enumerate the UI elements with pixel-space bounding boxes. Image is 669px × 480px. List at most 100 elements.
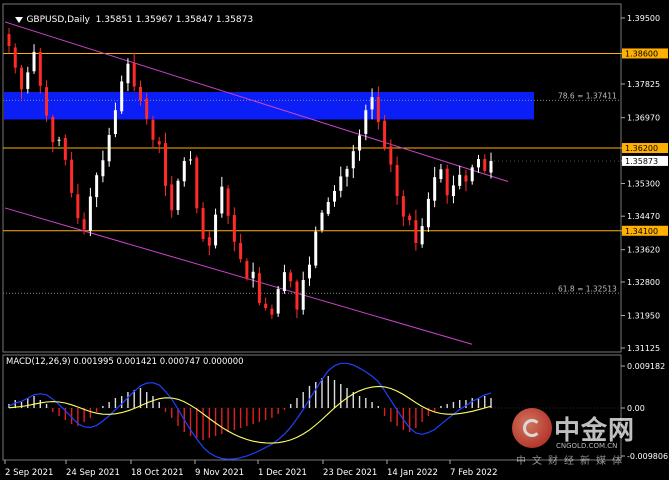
candle[interactable]: [458, 165, 462, 190]
macd-histogram-bar: [264, 408, 267, 420]
candle-body: [483, 159, 487, 171]
candle[interactable]: [70, 151, 74, 198]
macd-histogram-bar: [465, 400, 467, 408]
candle-body: [214, 214, 218, 246]
candle[interactable]: [401, 190, 405, 227]
candle[interactable]: [57, 136, 61, 147]
candle[interactable]: [189, 151, 193, 165]
price-tick-label: 1.32800: [627, 278, 660, 287]
candle[interactable]: [170, 175, 174, 218]
candle-body: [207, 237, 211, 246]
candle[interactable]: [214, 208, 218, 249]
candle[interactable]: [470, 164, 474, 185]
candle[interactable]: [414, 209, 418, 251]
time-tick-label: 1 Dec 2021: [258, 468, 307, 478]
macd-histogram-bar: [358, 396, 361, 408]
candle[interactable]: [182, 157, 186, 187]
candle[interactable]: [282, 264, 286, 294]
candle-body: [226, 188, 230, 216]
candle[interactable]: [239, 233, 243, 263]
candle[interactable]: [201, 202, 205, 242]
candle[interactable]: [351, 144, 355, 179]
candle[interactable]: [426, 192, 430, 232]
candle[interactable]: [433, 166, 437, 208]
candle[interactable]: [220, 176, 224, 218]
candle[interactable]: [120, 75, 124, 115]
candle[interactable]: [314, 226, 318, 269]
candle[interactable]: [301, 271, 305, 315]
candle[interactable]: [345, 165, 349, 187]
price-tick-label: 1.39500: [627, 14, 660, 23]
candle[interactable]: [95, 172, 99, 208]
candle-body: [32, 51, 36, 72]
candle-body: [439, 169, 443, 180]
candle-body: [345, 168, 349, 177]
candle-body: [132, 63, 136, 87]
candle[interactable]: [63, 134, 67, 166]
candle[interactable]: [251, 262, 255, 288]
candle-body: [326, 202, 330, 214]
candle[interactable]: [408, 213, 412, 226]
candle[interactable]: [307, 256, 311, 286]
candle[interactable]: [88, 187, 92, 236]
candle[interactable]: [101, 150, 105, 183]
macd-signal-line[interactable]: [8, 385, 492, 444]
candle[interactable]: [420, 218, 424, 248]
candle[interactable]: [439, 163, 443, 183]
candle[interactable]: [326, 197, 330, 217]
candle[interactable]: [126, 58, 130, 92]
candle-body: [20, 67, 24, 90]
candle[interactable]: [32, 44, 36, 74]
price-tick-label: 1.36970: [627, 114, 660, 123]
candle[interactable]: [276, 285, 280, 317]
candle[interactable]: [289, 269, 293, 288]
candle[interactable]: [151, 115, 155, 149]
candle[interactable]: [445, 164, 449, 204]
candle-body: [257, 273, 261, 303]
candle[interactable]: [38, 47, 42, 94]
candle-body: [301, 280, 305, 310]
macd-histogram-bar: [114, 398, 117, 408]
candle[interactable]: [257, 266, 261, 306]
candle[interactable]: [476, 154, 480, 173]
candle[interactable]: [157, 136, 161, 154]
candle[interactable]: [270, 304, 274, 320]
candle[interactable]: [132, 52, 136, 92]
macd-main-line[interactable]: [8, 362, 492, 460]
macd-histogram-bar: [39, 400, 41, 408]
macd-histogram-bar: [196, 408, 198, 438]
candle-body: [13, 47, 17, 68]
candle[interactable]: [26, 66, 30, 94]
candle[interactable]: [483, 154, 487, 174]
candle[interactable]: [176, 178, 180, 215]
candle[interactable]: [333, 185, 337, 207]
candle[interactable]: [295, 279, 299, 319]
candle[interactable]: [13, 43, 17, 74]
candle[interactable]: [464, 169, 468, 192]
candle[interactable]: [195, 155, 199, 214]
candle[interactable]: [76, 183, 80, 225]
candle[interactable]: [232, 207, 236, 252]
candle[interactable]: [264, 297, 268, 311]
candle[interactable]: [163, 132, 167, 196]
candle[interactable]: [451, 175, 455, 204]
candle[interactable]: [207, 231, 211, 256]
candle[interactable]: [383, 114, 387, 151]
chart-menu-arrow-icon[interactable]: [15, 16, 24, 23]
candle[interactable]: [45, 80, 49, 122]
macd-title: MACD(12,26,9) 0.001995 0.001421 0.000747…: [6, 357, 244, 367]
channel-lower-line[interactable]: [4, 207, 473, 345]
chart-window[interactable]: 78.6 = 1.37411 61.8 = 1.32513 1.39500 1.38…: [0, 0, 669, 480]
candle[interactable]: [339, 166, 343, 198]
candle-body: [451, 185, 455, 197]
candle[interactable]: [107, 127, 111, 167]
candle[interactable]: [320, 209, 324, 233]
candle[interactable]: [489, 152, 493, 179]
candle[interactable]: [395, 156, 399, 205]
candle[interactable]: [226, 185, 230, 224]
candle[interactable]: [51, 114, 55, 153]
candle-body: [464, 175, 468, 182]
candle[interactable]: [245, 258, 249, 281]
time-tick-label: 18 Oct 2021: [131, 468, 184, 478]
candle-body: [358, 135, 362, 151]
